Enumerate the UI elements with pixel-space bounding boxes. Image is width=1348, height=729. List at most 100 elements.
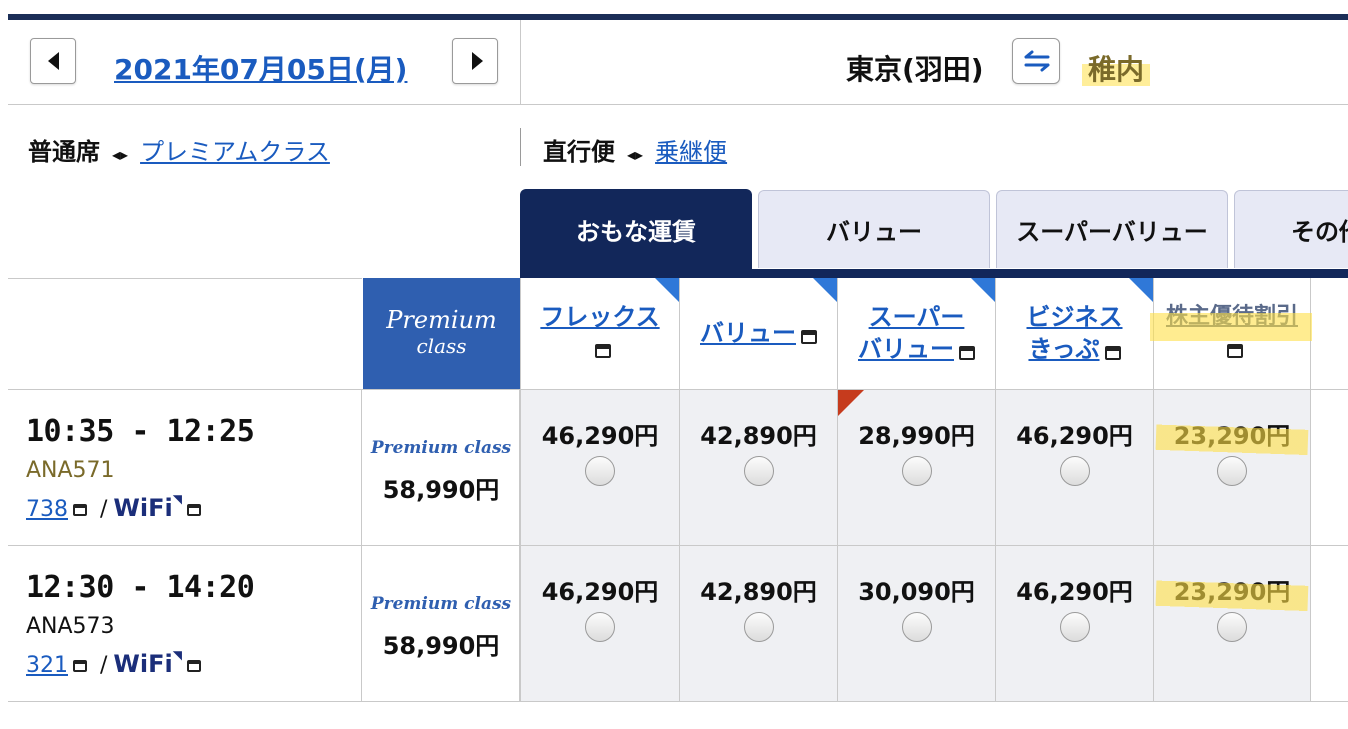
tab-super-value[interactable]: スーパーバリュー <box>996 190 1228 268</box>
new-window-icon[interactable] <box>959 345 975 360</box>
fare-cell[interactable]: 23,290円 <box>1153 546 1311 701</box>
fare-cell[interactable]: 46,290円 <box>520 390 679 545</box>
fare-cell[interactable]: 28,990円 <box>837 390 995 545</box>
toggle-arrows-icon: ◂▸ <box>112 145 129 164</box>
flight-info-2: 12:30 - 14:20 ANA573 321 /WiFi◥ <box>8 546 362 701</box>
fare-cell[interactable]: 23,290円 <box>1153 390 1311 545</box>
new-window-icon[interactable] <box>594 343 611 358</box>
fare-name-business-l1[interactable]: ビジネス <box>996 302 1153 332</box>
premium-header-line2: class <box>416 334 467 358</box>
fare-price: 28,990円 <box>858 422 975 450</box>
fare-price: 46,290円 <box>1016 422 1133 450</box>
tab-main-fares[interactable]: おもな運賃 <box>520 189 752 269</box>
fare-radio[interactable] <box>1217 612 1247 642</box>
premium-price: 58,990円 <box>382 476 500 504</box>
fare-cell[interactable]: 46,290円 <box>995 390 1153 545</box>
fare-price: 46,290円 <box>541 422 659 450</box>
wifi-label: WiFi◥ <box>113 492 182 522</box>
flight-number: ANA571 <box>26 458 115 483</box>
new-window-icon[interactable] <box>801 329 817 344</box>
corner-marker <box>971 278 995 302</box>
fare-cell[interactable]: 30,090円 <box>837 546 995 701</box>
fare-name-super-value-l1[interactable]: スーパー <box>838 302 995 332</box>
new-window-icon[interactable] <box>186 504 201 516</box>
premium-class-link[interactable]: プレミアムクラス <box>140 138 330 166</box>
flight-time: 12:30 - 14:20 <box>26 570 255 605</box>
fare-radio[interactable] <box>901 612 932 642</box>
chevron-right-icon <box>472 52 483 70</box>
premium-class-header: Premium class <box>363 278 520 389</box>
seat-class-toggle: 普通席 ◂▸ プレミアムクラス <box>28 132 330 167</box>
wifi-icon: ◥ <box>172 492 182 506</box>
aircraft-link[interactable]: 738 <box>26 497 68 522</box>
wifi-label: WiFi◥ <box>113 648 182 678</box>
swap-route-button[interactable] <box>1012 38 1060 84</box>
row-divider <box>8 701 1348 702</box>
premium-fare-cell-2: Premium class 58,990円 <box>363 546 520 701</box>
corner-marker <box>813 278 837 302</box>
fare-name-shareholder[interactable]: 株主優待割引 <box>1154 302 1310 332</box>
seat-class-current: 普通席 <box>28 138 100 166</box>
new-window-icon[interactable] <box>1104 345 1121 360</box>
fare-header-value: バリュー <box>679 278 837 389</box>
fare-radio[interactable] <box>585 456 615 486</box>
wifi-text: WiFi <box>113 494 173 522</box>
route-type-toggle: 直行便 ◂▸ 乗継便 <box>520 128 727 166</box>
chevron-left-icon <box>48 52 59 70</box>
new-window-icon[interactable] <box>73 660 87 672</box>
fare-price: 23,290円 <box>1173 578 1291 606</box>
premium-fare-cell-1: Premium class 58,990円 <box>363 390 520 545</box>
fare-price: 46,290円 <box>541 578 659 606</box>
corner-marker <box>655 278 679 302</box>
fare-header-super-value: スーパー バリュー <box>837 278 995 389</box>
route-type-current: 直行便 <box>543 138 615 166</box>
fare-radio[interactable] <box>1217 456 1247 486</box>
fare-price: 42,890円 <box>700 422 817 450</box>
fare-cell[interactable]: 42,890円 <box>679 546 837 701</box>
tab-value[interactable]: バリュー <box>758 190 990 268</box>
fare-name-value[interactable]: バリュー <box>700 319 796 347</box>
header-blank-cell <box>8 278 362 390</box>
wifi-icon: ◥ <box>172 648 182 662</box>
fare-header-shareholder: 株主優待割引 <box>1153 278 1311 389</box>
date-route-bar: 2021年07月05日(月) 東京(羽田) 稚内 <box>8 20 1348 105</box>
fare-header-business: ビジネス きっぷ <box>995 278 1153 389</box>
date-selector: 2021年07月05日(月) <box>8 20 521 104</box>
separator: / <box>100 497 108 522</box>
wifi-text: WiFi <box>113 650 173 678</box>
fare-radio[interactable] <box>743 612 774 642</box>
origin-label: 東京(羽田) <box>846 53 984 86</box>
date-link[interactable]: 2021年07月05日(月) <box>114 48 407 88</box>
fare-radio[interactable] <box>1059 456 1090 486</box>
new-window-icon[interactable] <box>1226 343 1243 358</box>
fare-cell[interactable]: 42,890円 <box>679 390 837 545</box>
new-window-icon[interactable] <box>186 660 201 672</box>
filter-options: 普通席 ◂▸ プレミアムクラス 直行便 ◂▸ 乗継便 <box>8 128 1348 168</box>
destination-label: 稚内 <box>1082 48 1151 88</box>
new-window-icon[interactable] <box>73 504 87 516</box>
fare-radio[interactable] <box>901 456 932 486</box>
equipment-info: 738 /WiFi◥ <box>26 492 201 522</box>
swap-arrows-icon <box>1024 50 1050 72</box>
premium-class-logo: Premium class <box>370 438 512 458</box>
connecting-flights-link[interactable]: 乗継便 <box>655 138 727 166</box>
tab-other[interactable]: その他 <box>1234 190 1348 268</box>
next-day-button[interactable] <box>452 38 498 84</box>
tab-underline <box>520 269 1348 278</box>
fare-radio[interactable] <box>585 612 615 642</box>
limited-seats-flag <box>838 390 864 416</box>
fare-name-business-l2[interactable]: きっぷ <box>1028 335 1099 363</box>
fare-name-super-value-l2[interactable]: バリュー <box>858 335 954 363</box>
fare-cell[interactable]: 46,290円 <box>520 546 679 701</box>
fare-price: 46,290円 <box>1016 578 1133 606</box>
fare-name-flex[interactable]: フレックス <box>521 302 679 332</box>
previous-day-button[interactable] <box>30 38 76 84</box>
aircraft-link[interactable]: 321 <box>26 653 68 678</box>
equipment-info: 321 /WiFi◥ <box>26 648 201 678</box>
fare-radio[interactable] <box>1059 612 1090 642</box>
premium-class-logo: Premium class <box>370 594 512 614</box>
fare-radio[interactable] <box>743 456 774 486</box>
fare-price: 42,890円 <box>700 578 817 606</box>
fare-cell[interactable]: 46,290円 <box>995 546 1153 701</box>
fare-header-flex: フレックス <box>520 278 679 389</box>
